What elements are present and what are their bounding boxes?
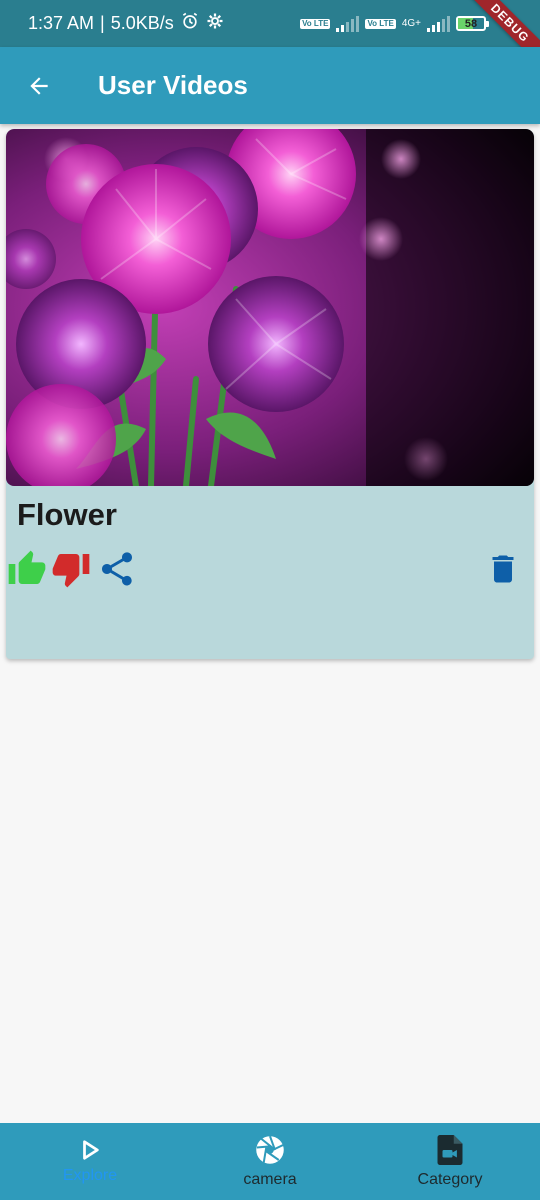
app-bar: User Videos (0, 47, 540, 124)
nav-label-category: Category (417, 1170, 483, 1188)
dislike-button[interactable] (50, 547, 92, 591)
status-right: Vo LTE Vo LTE 4G+ 58 (300, 15, 489, 32)
network-type: 4G+ (401, 17, 421, 29)
play-icon (83, 1139, 99, 1160)
page-title: User Videos (98, 70, 248, 100)
bottom-navigation: Explore camera Category (0, 1123, 540, 1200)
nav-item-explore[interactable]: Explore (0, 1123, 180, 1200)
nav-item-camera[interactable]: camera (180, 1123, 360, 1200)
battery-icon: 58 (456, 16, 489, 31)
signal-icon-1 (336, 15, 360, 32)
nav-item-category[interactable]: Category (360, 1123, 540, 1200)
video-thumbnail[interactable] (6, 129, 534, 486)
share-button[interactable] (96, 547, 138, 591)
video-actions (6, 547, 534, 591)
status-time: 1:37 AM (28, 13, 95, 33)
nav-label-explore: Explore (62, 1166, 118, 1184)
share-icon (102, 552, 132, 586)
thumbs-down-icon (52, 554, 90, 588)
video-card: Flower (6, 129, 534, 659)
camera-aperture-icon (256, 1135, 284, 1164)
flower-image (6, 129, 534, 486)
battery-level: 58 (464, 17, 478, 30)
status-speed: 5.0KB/s (110, 13, 174, 33)
volte-badge-1: Vo LTE (300, 18, 331, 29)
like-button[interactable] (6, 547, 48, 591)
back-button[interactable] (0, 47, 78, 124)
thumbs-up-icon (8, 550, 46, 584)
status-separator: | (100, 13, 105, 33)
video-file-icon (437, 1134, 463, 1165)
signal-icon-2 (427, 15, 450, 32)
volte-badge-2: Vo LTE (365, 18, 396, 29)
status-bar: 1:37 AM | 5.0KB/s Vo LTE Vo LTE 4G+ 58 D… (0, 0, 540, 72)
alarm-icon (180, 11, 200, 36)
status-left: 1:37 AM | 5.0KB/s (28, 11, 224, 36)
nav-label-camera: camera (243, 1170, 297, 1188)
video-title: Flower (17, 497, 117, 532)
delete-button[interactable] (482, 547, 524, 591)
arrow-back-icon (30, 76, 48, 95)
trash-icon (492, 555, 514, 583)
settings-gear-icon (206, 12, 224, 35)
